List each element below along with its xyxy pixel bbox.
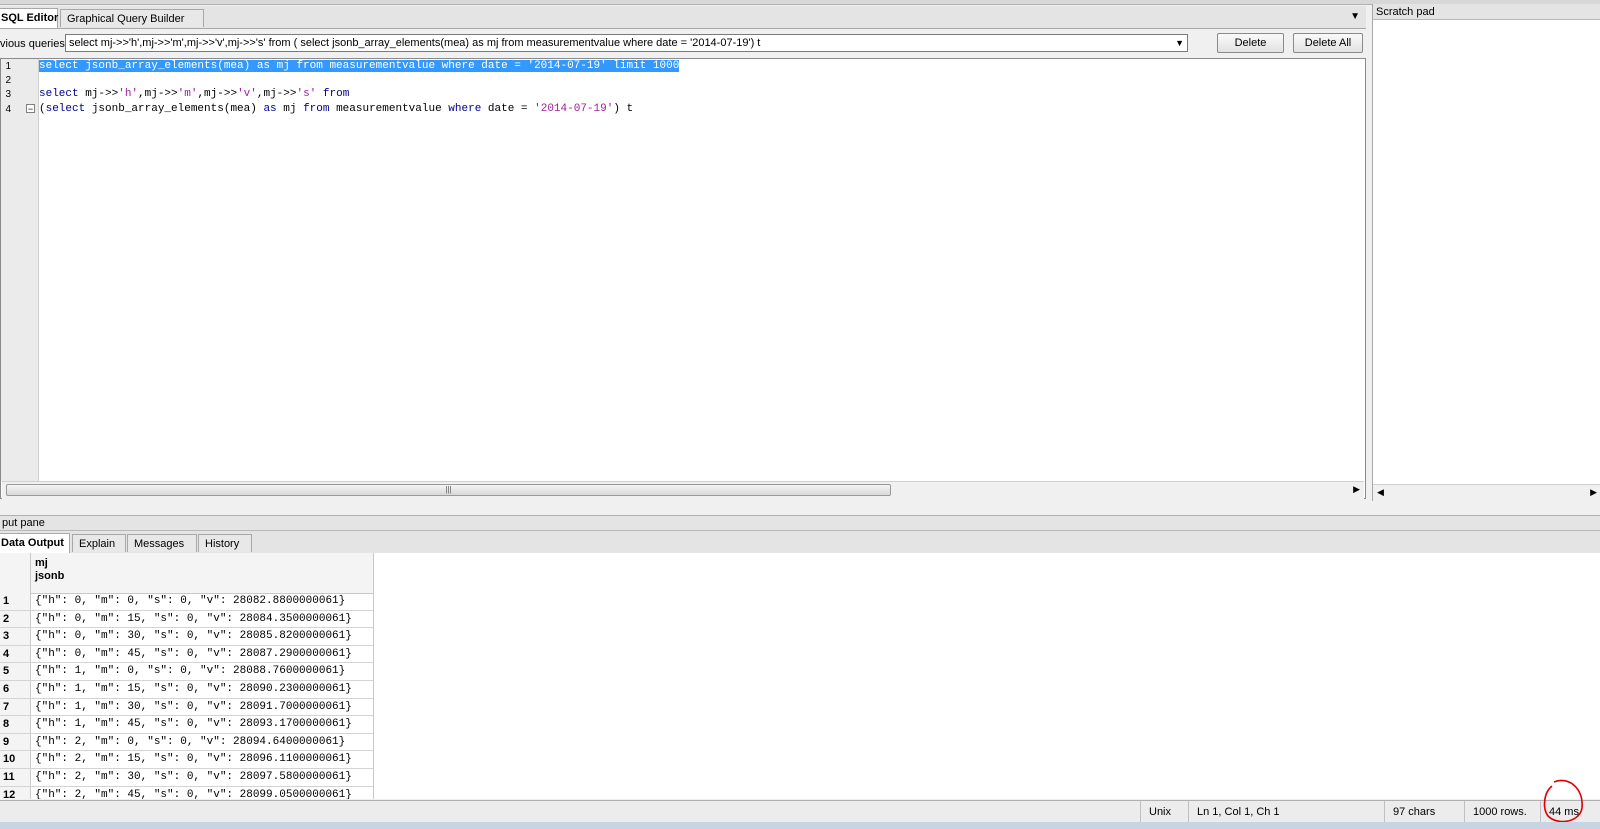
- delete-button[interactable]: Delete: [1217, 33, 1284, 53]
- previous-queries-select[interactable]: select mj->>'h',mj->>'m',mj->>'v',mj->>'…: [65, 34, 1188, 52]
- table-row[interactable]: 6 {"h": 1, "m": 15, "s": 0, "v": 28090.23…: [0, 681, 374, 699]
- row-number[interactable]: 12: [0, 786, 31, 799]
- tab-messages[interactable]: Messages: [127, 534, 197, 552]
- row-number[interactable]: 10: [0, 751, 31, 768]
- table-row[interactable]: 9 {"h": 2, "m": 0, "s": 0, "v": 28094.640…: [0, 733, 374, 752]
- table-cell[interactable]: {"h": 2, "m": 0, "s": 0, "v": 28094.6400…: [35, 734, 345, 751]
- line-number: 1: [5, 61, 11, 72]
- previous-queries-label: vious queries: [0, 38, 65, 50]
- table-cell[interactable]: {"h": 1, "m": 15, "s": 0, "v": 28090.230…: [35, 681, 352, 698]
- line-number-gutter: 1 2 3 4 −: [1, 59, 39, 482]
- line-number: 3: [5, 89, 11, 100]
- output-pane-title: put pane: [0, 515, 1600, 531]
- scratch-pad-title: Scratch pad: [1373, 4, 1600, 20]
- table-row[interactable]: 1 {"h": 0, "m": 0, "s": 0, "v": 28082.880…: [0, 593, 374, 611]
- tab-history[interactable]: History: [198, 534, 252, 552]
- tab-data-output[interactable]: Data Output: [0, 533, 70, 553]
- code-line-3: select mj->>'h',mj->>'m',mj->>'v',mj->>'…: [39, 88, 350, 100]
- status-row-count: 1000 rows.: [1464, 801, 1540, 823]
- row-number[interactable]: 9: [0, 733, 31, 751]
- row-number[interactable]: 8: [0, 716, 31, 733]
- output-tabbar: Data Output Explain Messages History: [0, 531, 1600, 554]
- tab-explain[interactable]: Explain: [72, 534, 126, 552]
- code-line-1: select jsonb_array_elements(mea) as mj f…: [39, 60, 680, 72]
- data-output-grid[interactable]: mj jsonb 1 {"h": 0, "m": 0, "s": 0, "v": …: [0, 553, 1600, 799]
- scrollbar-thumb[interactable]: |||: [6, 484, 891, 496]
- scratch-pad-horizontal-scrollbar[interactable]: ◀ ▶: [1373, 484, 1600, 502]
- fold-toggle-icon[interactable]: −: [26, 104, 35, 114]
- table-cell[interactable]: {"h": 1, "m": 45, "s": 0, "v": 28093.170…: [35, 716, 352, 733]
- scroll-right-arrow-icon[interactable]: ▶: [1590, 487, 1597, 498]
- table-row[interactable]: 2 {"h": 0, "m": 15, "s": 0, "v": 28084.35…: [0, 610, 374, 629]
- column-divider: [373, 553, 374, 799]
- column-type: jsonb: [35, 570, 65, 582]
- status-char-count: 97 chars: [1384, 801, 1464, 823]
- scroll-left-arrow-icon[interactable]: ◀: [1377, 487, 1384, 498]
- table-cell[interactable]: {"h": 1, "m": 0, "s": 0, "v": 28088.7600…: [35, 663, 345, 680]
- row-number[interactable]: 7: [0, 698, 31, 716]
- table-cell[interactable]: {"h": 0, "m": 45, "s": 0, "v": 28087.290…: [35, 646, 352, 663]
- row-number[interactable]: 11: [0, 769, 31, 786]
- row-number[interactable]: 6: [0, 681, 31, 698]
- window-top-strip: [0, 0, 1600, 5]
- delete-all-button[interactable]: Delete All: [1293, 33, 1363, 53]
- table-row[interactable]: 12 {"h": 2, "m": 45, "s": 0, "v": 28099.0…: [0, 786, 374, 799]
- chevron-down-icon[interactable]: ▼: [1175, 35, 1184, 51]
- status-cursor-position: Ln 1, Col 1, Ch 1: [1188, 801, 1384, 823]
- status-query-time: 44 ms: [1540, 801, 1600, 823]
- table-row[interactable]: 11 {"h": 2, "m": 30, "s": 0, "v": 28097.5…: [0, 769, 374, 787]
- grid-header: mj jsonb: [0, 553, 374, 594]
- column-name[interactable]: mj: [35, 557, 48, 569]
- table-cell[interactable]: {"h": 0, "m": 30, "s": 0, "v": 28085.820…: [35, 628, 352, 645]
- editor-horizontal-scrollbar[interactable]: ||| ▶: [2, 481, 1364, 499]
- table-row[interactable]: 5 {"h": 1, "m": 0, "s": 0, "v": 28088.760…: [0, 663, 374, 681]
- scroll-right-arrow-icon[interactable]: ▶: [1353, 484, 1360, 495]
- table-row[interactable]: 7 {"h": 1, "m": 30, "s": 0, "v": 28091.70…: [0, 698, 374, 717]
- row-number[interactable]: 3: [0, 628, 31, 645]
- editor-tabbar: SQL Editor Graphical Query Builder ▼: [0, 6, 1366, 29]
- grid-corner[interactable]: [0, 553, 31, 593]
- taskbar-strip: [0, 822, 1600, 829]
- row-number[interactable]: 4: [0, 645, 31, 663]
- tab-graphical-query-builder[interactable]: Graphical Query Builder: [60, 9, 204, 27]
- table-cell[interactable]: {"h": 0, "m": 0, "s": 0, "v": 28082.8800…: [35, 593, 345, 610]
- row-number[interactable]: 2: [0, 610, 31, 628]
- tab-list-dropdown-icon[interactable]: ▼: [1350, 11, 1360, 22]
- sql-editor[interactable]: 1 2 3 4 − select jsonb_array_elements(me…: [0, 58, 1366, 499]
- line-number: 4: [5, 104, 11, 115]
- table-cell[interactable]: {"h": 1, "m": 30, "s": 0, "v": 28091.700…: [35, 699, 352, 716]
- row-number[interactable]: 5: [0, 663, 31, 680]
- table-row[interactable]: 4 {"h": 0, "m": 45, "s": 0, "v": 28087.29…: [0, 645, 374, 664]
- tab-sql-editor[interactable]: SQL Editor: [0, 8, 58, 28]
- status-line-ending: Unix: [1140, 801, 1188, 823]
- table-row[interactable]: 3 {"h": 0, "m": 30, "s": 0, "v": 28085.82…: [0, 628, 374, 646]
- previous-queries-row: vious queries select mj->>'h',mj->>'m',m…: [0, 30, 1366, 56]
- line-number: 2: [5, 75, 11, 86]
- previous-queries-selected-value: select mj->>'h',mj->>'m',mj->>'v',mj->>'…: [69, 37, 761, 49]
- table-cell[interactable]: {"h": 2, "m": 30, "s": 0, "v": 28097.580…: [35, 769, 352, 786]
- row-number[interactable]: 1: [0, 593, 31, 610]
- table-row[interactable]: 10 {"h": 2, "m": 15, "s": 0, "v": 28096.1…: [0, 751, 374, 769]
- table-cell[interactable]: {"h": 0, "m": 15, "s": 0, "v": 28084.350…: [35, 611, 352, 628]
- status-bar: Unix Ln 1, Col 1, Ch 1 97 chars 1000 row…: [0, 800, 1600, 823]
- table-cell[interactable]: {"h": 2, "m": 15, "s": 0, "v": 28096.110…: [35, 751, 352, 768]
- table-cell[interactable]: {"h": 2, "m": 45, "s": 0, "v": 28099.050…: [35, 787, 352, 799]
- code-line-4: (select jsonb_array_elements(mea) as mj …: [39, 103, 634, 115]
- table-row[interactable]: 8 {"h": 1, "m": 45, "s": 0, "v": 28093.17…: [0, 716, 374, 734]
- scratch-pad[interactable]: Scratch pad ◀ ▶: [1372, 4, 1600, 502]
